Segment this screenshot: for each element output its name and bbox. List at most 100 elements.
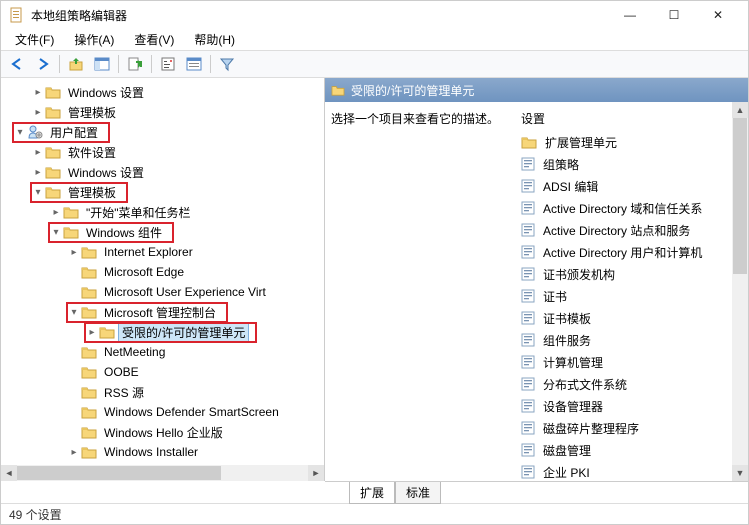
tree-node[interactable]: ▸软件设置 xyxy=(1,142,324,162)
list-item-label: Active Directory 站点和服务 xyxy=(543,222,690,239)
settings-column-header[interactable]: 设置 xyxy=(519,110,742,133)
tab-standard[interactable]: 标准 xyxy=(395,482,441,504)
chevron-right-icon[interactable]: ▸ xyxy=(85,327,99,338)
list-item[interactable]: Active Directory 站点和服务 xyxy=(519,221,742,239)
list-item[interactable]: 分布式文件系统 xyxy=(519,375,742,393)
chevron-right-icon[interactable]: ▸ xyxy=(31,107,45,118)
tree-node[interactable]: ▾ Windows 组件 xyxy=(1,222,324,242)
folder-icon xyxy=(45,85,61,99)
tree-node[interactable]: ▸"开始"菜单和任务栏 xyxy=(1,202,324,222)
settings-list[interactable]: 扩展管理单元组策略 ADSI 编辑 Active Directory 域和信任关系 A… xyxy=(519,133,742,481)
tree-node-label: Windows 设置 xyxy=(65,83,147,102)
filter-button[interactable] xyxy=(215,52,239,76)
minimize-button[interactable]: — xyxy=(608,1,652,29)
tree-node[interactable]: ▸Windows Defender SmartScreen xyxy=(1,402,324,422)
chevron-right-icon[interactable]: ▸ xyxy=(31,147,45,158)
show-hide-tree-button[interactable] xyxy=(90,52,114,76)
tree-node[interactable]: ▸Windows 设置 xyxy=(1,162,324,182)
tree-node-label: Windows Hello 企业版 xyxy=(101,423,226,442)
chevron-down-icon[interactable]: ▾ xyxy=(13,127,27,138)
vertical-scrollbar[interactable]: ▲ ▼ xyxy=(732,102,748,481)
list-item[interactable]: 设备管理器 xyxy=(519,397,742,415)
list-item[interactable]: 扩展管理单元 xyxy=(519,133,742,151)
list-view-button[interactable] xyxy=(182,52,206,76)
tree-node[interactable]: ▸RSS 源 xyxy=(1,382,324,402)
properties-button[interactable] xyxy=(156,52,180,76)
scroll-thumb[interactable] xyxy=(733,118,747,274)
horizontal-scrollbar[interactable]: ◄ ► xyxy=(1,465,324,481)
funnel-icon xyxy=(219,56,235,72)
chevron-right-icon[interactable]: ▸ xyxy=(67,247,81,258)
tree-node-label: Microsoft User Experience Virt xyxy=(101,284,269,300)
menu-action[interactable]: 操作(A) xyxy=(66,29,122,50)
list-item[interactable]: 证书颁发机构 xyxy=(519,265,742,283)
tree-node[interactable]: ▾ 管理模板 xyxy=(1,182,324,202)
tree-node-label: 管理模板 xyxy=(65,183,119,202)
back-button[interactable] xyxy=(5,52,29,76)
panel-title: 受限的/许可的管理单元 xyxy=(351,82,474,99)
tree-node[interactable]: ▸OOBE xyxy=(1,362,324,382)
list-item[interactable]: 组策略 xyxy=(519,155,742,173)
chevron-down-icon[interactable]: ▾ xyxy=(49,227,63,238)
tab-extended[interactable]: 扩展 xyxy=(349,482,395,504)
list-item[interactable]: Active Directory 域和信任关系 xyxy=(519,199,742,217)
menu-help[interactable]: 帮助(H) xyxy=(186,29,243,50)
list-item[interactable]: 证书 xyxy=(519,287,742,305)
tree-view[interactable]: ▸Windows 设置▸管理模板▾用户配置▸软件设置▸Windows 设置▾管理… xyxy=(1,78,324,465)
list-item[interactable]: ADSI 编辑 xyxy=(519,177,742,195)
tree-node[interactable]: ▸ 受限的/许可的管理单元 xyxy=(1,322,324,342)
list-icon xyxy=(186,56,202,72)
list-item-label: Active Directory 用户和计算机 xyxy=(543,244,702,261)
forward-button[interactable] xyxy=(31,52,55,76)
tree-node-label: 受限的/许可的管理单元 xyxy=(119,323,248,342)
list-item-label: ADSI 编辑 xyxy=(543,178,598,195)
list-item[interactable]: 企业 PKI xyxy=(519,463,742,481)
close-button[interactable]: ✕ xyxy=(696,1,740,29)
list-item[interactable]: Active Directory 用户和计算机 xyxy=(519,243,742,261)
tree-node[interactable]: ▸ Windows 设置 xyxy=(1,82,324,102)
list-item[interactable]: 磁盘管理 xyxy=(519,441,742,459)
tree-node[interactable]: ▸ 管理模板 xyxy=(1,102,324,122)
scroll-up-button[interactable]: ▲ xyxy=(732,102,748,118)
tree-node[interactable]: ▸NetMeeting xyxy=(1,342,324,362)
policy-icon xyxy=(521,355,535,369)
scroll-down-button[interactable]: ▼ xyxy=(732,465,748,481)
chevron-right-icon[interactable]: ▸ xyxy=(67,447,81,458)
menu-view[interactable]: 查看(V) xyxy=(126,29,182,50)
chevron-down-icon[interactable]: ▾ xyxy=(67,307,81,318)
tree-pane: ▸Windows 设置▸管理模板▾用户配置▸软件设置▸Windows 设置▾管理… xyxy=(1,78,325,481)
toolbar xyxy=(1,50,748,78)
tree-node[interactable]: ▾用户配置 xyxy=(1,122,324,142)
list-item[interactable]: 磁盘碎片整理程序 xyxy=(519,419,742,437)
list-item[interactable]: 组件服务 xyxy=(519,331,742,349)
list-item-label: 分布式文件系统 xyxy=(543,376,627,393)
menu-file[interactable]: 文件(F) xyxy=(7,29,62,50)
chevron-right-icon[interactable]: ▸ xyxy=(31,167,45,178)
policy-icon xyxy=(521,223,535,237)
menubar: 文件(F) 操作(A) 查看(V) 帮助(H) xyxy=(1,29,748,50)
list-item[interactable]: 计算机管理 xyxy=(519,353,742,371)
up-button[interactable] xyxy=(64,52,88,76)
policy-icon xyxy=(521,201,535,215)
chevron-right-icon[interactable]: ▸ xyxy=(31,87,45,98)
policy-icon xyxy=(521,465,535,479)
scroll-right-button[interactable]: ► xyxy=(308,465,324,481)
tree-node[interactable]: ▸Microsoft Edge xyxy=(1,262,324,282)
tree-node[interactable]: ▾Microsoft 管理控制台 xyxy=(1,302,324,322)
titlebar: 本地组策略编辑器 — ☐ ✕ xyxy=(1,1,748,29)
tree-node[interactable]: ▸Windows Installer xyxy=(1,442,324,462)
tree-node-label: Windows 组件 xyxy=(83,223,165,242)
tree-node[interactable]: ▸Internet Explorer xyxy=(1,242,324,262)
export-button[interactable] xyxy=(123,52,147,76)
scroll-left-button[interactable]: ◄ xyxy=(1,465,17,481)
tree-node-label: 管理模板 xyxy=(65,103,119,122)
list-item[interactable]: 证书模板 xyxy=(519,309,742,327)
tree-node[interactable]: ▸Windows Hello 企业版 xyxy=(1,422,324,442)
maximize-button[interactable]: ☐ xyxy=(652,1,696,29)
chevron-down-icon[interactable]: ▾ xyxy=(31,187,45,198)
list-item-label: 扩展管理单元 xyxy=(545,134,617,151)
scroll-thumb[interactable] xyxy=(17,466,221,480)
tree-node[interactable]: ▸Microsoft User Experience Virt xyxy=(1,282,324,302)
chevron-right-icon[interactable]: ▸ xyxy=(49,207,63,218)
tree-node-label: Microsoft Edge xyxy=(101,264,187,280)
